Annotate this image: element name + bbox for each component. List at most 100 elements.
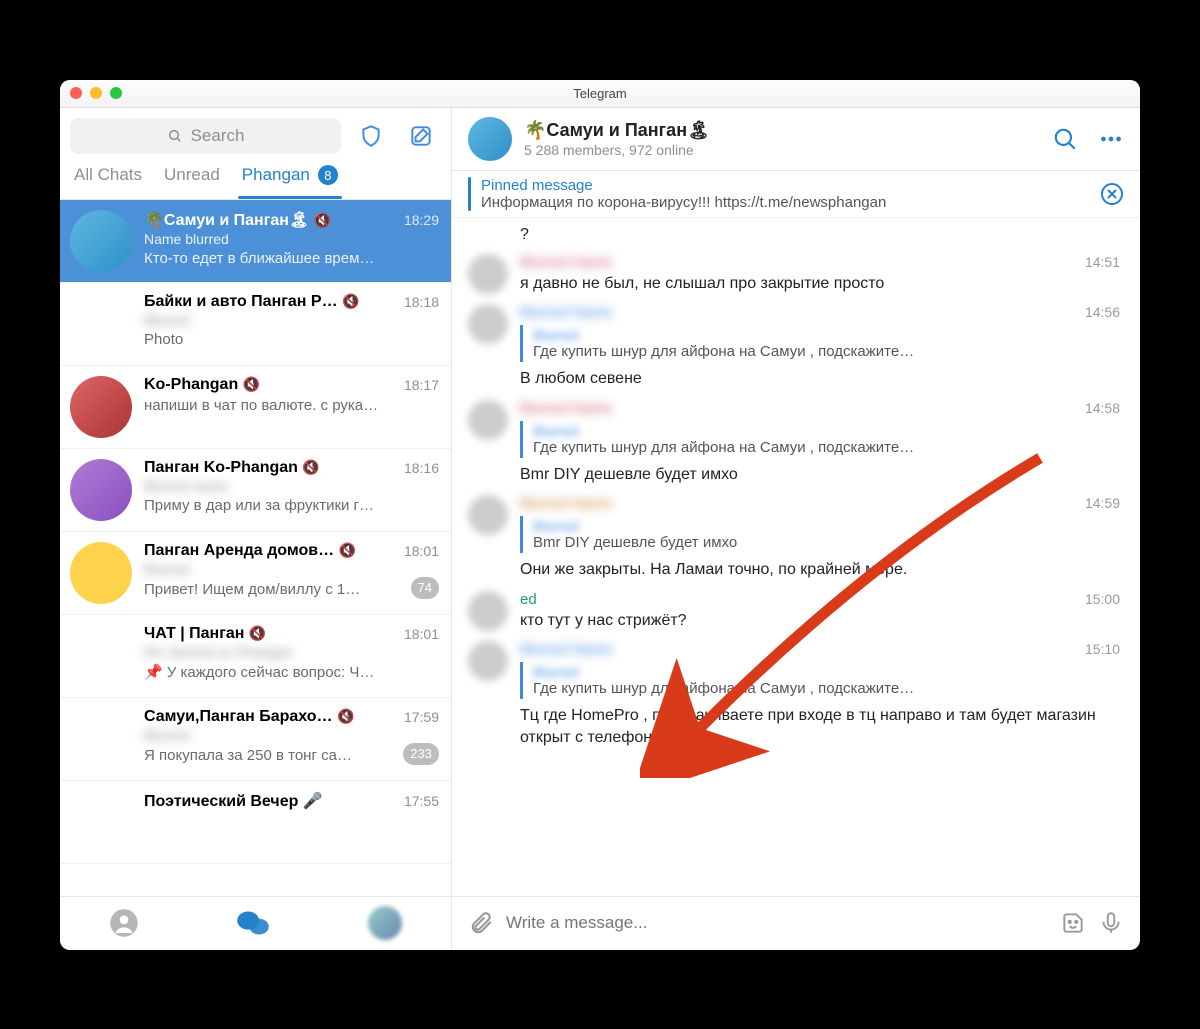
sticker-button[interactable]: [1060, 910, 1086, 936]
message-avatar[interactable]: [468, 641, 508, 681]
tab-unread[interactable]: Unread: [164, 165, 220, 187]
voice-button[interactable]: [1098, 910, 1124, 936]
search-placeholder: Search: [191, 126, 245, 146]
message-avatar[interactable]: [468, 591, 508, 631]
chat-time: 17:55: [404, 793, 439, 809]
chat-search-button[interactable]: [1052, 126, 1078, 152]
compose-button[interactable]: [401, 118, 441, 154]
message-reply[interactable]: Blurred Где купить шнур для айфона на Са…: [520, 325, 1120, 362]
message-avatar[interactable]: [468, 400, 508, 440]
message-reply[interactable]: Blurred Где купить шнур для айфона на Са…: [520, 662, 1120, 699]
message-sender[interactable]: Blurred Name: [520, 254, 613, 271]
chat-name: ЧАТ | Панган 🔇: [144, 625, 398, 643]
chat-preview: напиши в чат по валюте. с рука…: [144, 397, 439, 414]
settings-tab[interactable]: [368, 906, 402, 940]
chat-list-item[interactable]: Самуи,Панган Барахо… 🔇 17:59 Blurred Я п…: [60, 698, 451, 781]
attach-button[interactable]: [468, 910, 494, 936]
message-text: Тц где HomePro , поворачиваете при входе…: [520, 705, 1120, 748]
message-sender[interactable]: Blurred Name: [520, 495, 613, 512]
message-text: кто тут у нас стрижёт?: [520, 610, 1120, 632]
chat-header[interactable]: 🌴Самуи и Панган🏝 5 288 members, 972 onli…: [452, 108, 1140, 171]
chat-avatar[interactable]: [468, 117, 512, 161]
message-time: 14:56: [1085, 304, 1120, 320]
bottom-bar: [60, 896, 451, 950]
reply-sender: Blurred: [533, 327, 1120, 343]
chat-preview: Кто-то едет в ближайшее врем…: [144, 250, 439, 267]
chat-list-item[interactable]: Байки и авто Панган Р… 🔇 18:18 Blurred P…: [60, 283, 451, 366]
folder-tabs: All Chats Unread Phangan 8: [60, 154, 451, 200]
message-input[interactable]: [506, 913, 1048, 933]
message-reply[interactable]: Blurred Где купить шнур для айфона на Са…: [520, 421, 1120, 458]
chat-list-item[interactable]: ЧАТ | Панган 🔇 18:01 Re: blurred on Phan…: [60, 615, 451, 698]
close-window-button[interactable]: [70, 87, 82, 99]
minimize-window-button[interactable]: [90, 87, 102, 99]
chat-list-item[interactable]: Панган Аренда домов… 🔇 18:01 Blurred При…: [60, 532, 451, 615]
message-time: 14:51: [1085, 254, 1120, 270]
reply-sender: Blurred: [533, 423, 1120, 439]
app-window: Telegram Search All Chats Unread: [60, 80, 1140, 950]
chat-sender: Blurred: [144, 561, 439, 577]
chat-sender: Blurred: [144, 727, 439, 743]
tab-phangan[interactable]: Phangan 8: [242, 165, 338, 187]
chat-list-item[interactable]: Ko-Phangan 🔇 18:17 напиши в чат по валют…: [60, 366, 451, 449]
chats-tab[interactable]: [236, 908, 270, 938]
message-sender[interactable]: Blurred Name: [520, 641, 613, 658]
reply-text: Где купить шнур для айфона на Самуи , по…: [533, 680, 1120, 697]
chat-sender: Blurred: [144, 312, 439, 328]
shield-icon: [358, 123, 384, 149]
message-time: 15:10: [1085, 641, 1120, 657]
message-sender[interactable]: ed: [520, 591, 537, 608]
chat-sender: Re: blurred on Phangan: [144, 644, 439, 660]
pinned-title: Pinned message: [481, 177, 1090, 194]
message-group: Blurred Name 14:59 Blurred Bmr DIY дешев…: [468, 495, 1120, 581]
tab-all-chats[interactable]: All Chats: [74, 165, 142, 187]
chat-name: Панган Ko-Phangan 🔇: [144, 459, 398, 477]
person-icon: [109, 908, 139, 938]
chat-avatar: [70, 791, 132, 853]
message-text: ?: [468, 226, 1120, 244]
search-input[interactable]: Search: [70, 118, 341, 154]
message-sender[interactable]: Blurred Name: [520, 304, 613, 321]
muted-icon: 🔇: [314, 212, 331, 228]
search-icon: [1052, 126, 1078, 152]
message-group: Blurred Name 14:56 Blurred Где купить шн…: [468, 304, 1120, 390]
message-time: 14:59: [1085, 495, 1120, 511]
message-avatar[interactable]: [468, 495, 508, 535]
reply-sender: Blurred: [533, 664, 1120, 680]
chat-time: 18:29: [404, 212, 439, 228]
chat-list-item[interactable]: Панган Ko-Phangan 🔇 18:16 Blurred name П…: [60, 449, 451, 532]
chat-more-button[interactable]: [1098, 126, 1124, 152]
pinned-close-button[interactable]: [1100, 182, 1124, 206]
message-reply[interactable]: Blurred Bmr DIY дешевле будет имхо: [520, 516, 1120, 553]
message-text: Bmr DIY дешевле будет имхо: [520, 464, 1120, 486]
message-composer: [452, 896, 1140, 950]
paperclip-icon: [468, 910, 494, 936]
pinned-text: Информация по корона-вирусу!!! https://t…: [481, 194, 1090, 211]
chat-title: 🌴Самуи и Панган🏝: [524, 120, 1032, 141]
muted-icon: 🔇: [249, 625, 266, 641]
passcode-button[interactable]: [351, 118, 391, 154]
chat-list-item[interactable]: 🌴Самуи и Панган🏝 🔇 18:29 Name blurred Кт…: [60, 200, 451, 283]
chat-name: Поэтический Вечер 🎤: [144, 791, 398, 811]
chat-name: Байки и авто Панган Р… 🔇: [144, 293, 398, 311]
chat-list[interactable]: 🌴Самуи и Панган🏝 🔇 18:29 Name blurred Кт…: [60, 200, 451, 896]
message-sender[interactable]: Blurred Name: [520, 400, 613, 417]
maximize-window-button[interactable]: [110, 87, 122, 99]
chat-time: 17:59: [404, 709, 439, 725]
message-text: Они же закрыты. На Ламаи точно, по крайн…: [520, 559, 1120, 581]
chat-pane: 🌴Самуи и Панган🏝 5 288 members, 972 onli…: [452, 108, 1140, 950]
unread-badge: 74: [411, 577, 439, 599]
chat-avatar: [70, 293, 132, 355]
muted-icon: 🔇: [339, 542, 356, 558]
message-text: я давно не был, не слышал про закрытие п…: [520, 273, 1120, 295]
message-avatar[interactable]: [468, 254, 508, 294]
chat-avatar: [70, 708, 132, 770]
message-list[interactable]: ? Blurred Name 14:51 я давно не был, не …: [452, 218, 1140, 896]
reply-text: Где купить шнур для айфона на Самуи , по…: [533, 439, 1120, 456]
chat-name: Самуи,Панган Барахо… 🔇: [144, 708, 398, 726]
chat-list-item[interactable]: Поэтический Вечер 🎤 17:55: [60, 781, 451, 864]
message-avatar[interactable]: [468, 304, 508, 344]
pinned-message[interactable]: Pinned message Информация по корона-виру…: [452, 171, 1140, 218]
contacts-tab[interactable]: [109, 908, 139, 938]
unread-badge: 233: [403, 743, 439, 765]
